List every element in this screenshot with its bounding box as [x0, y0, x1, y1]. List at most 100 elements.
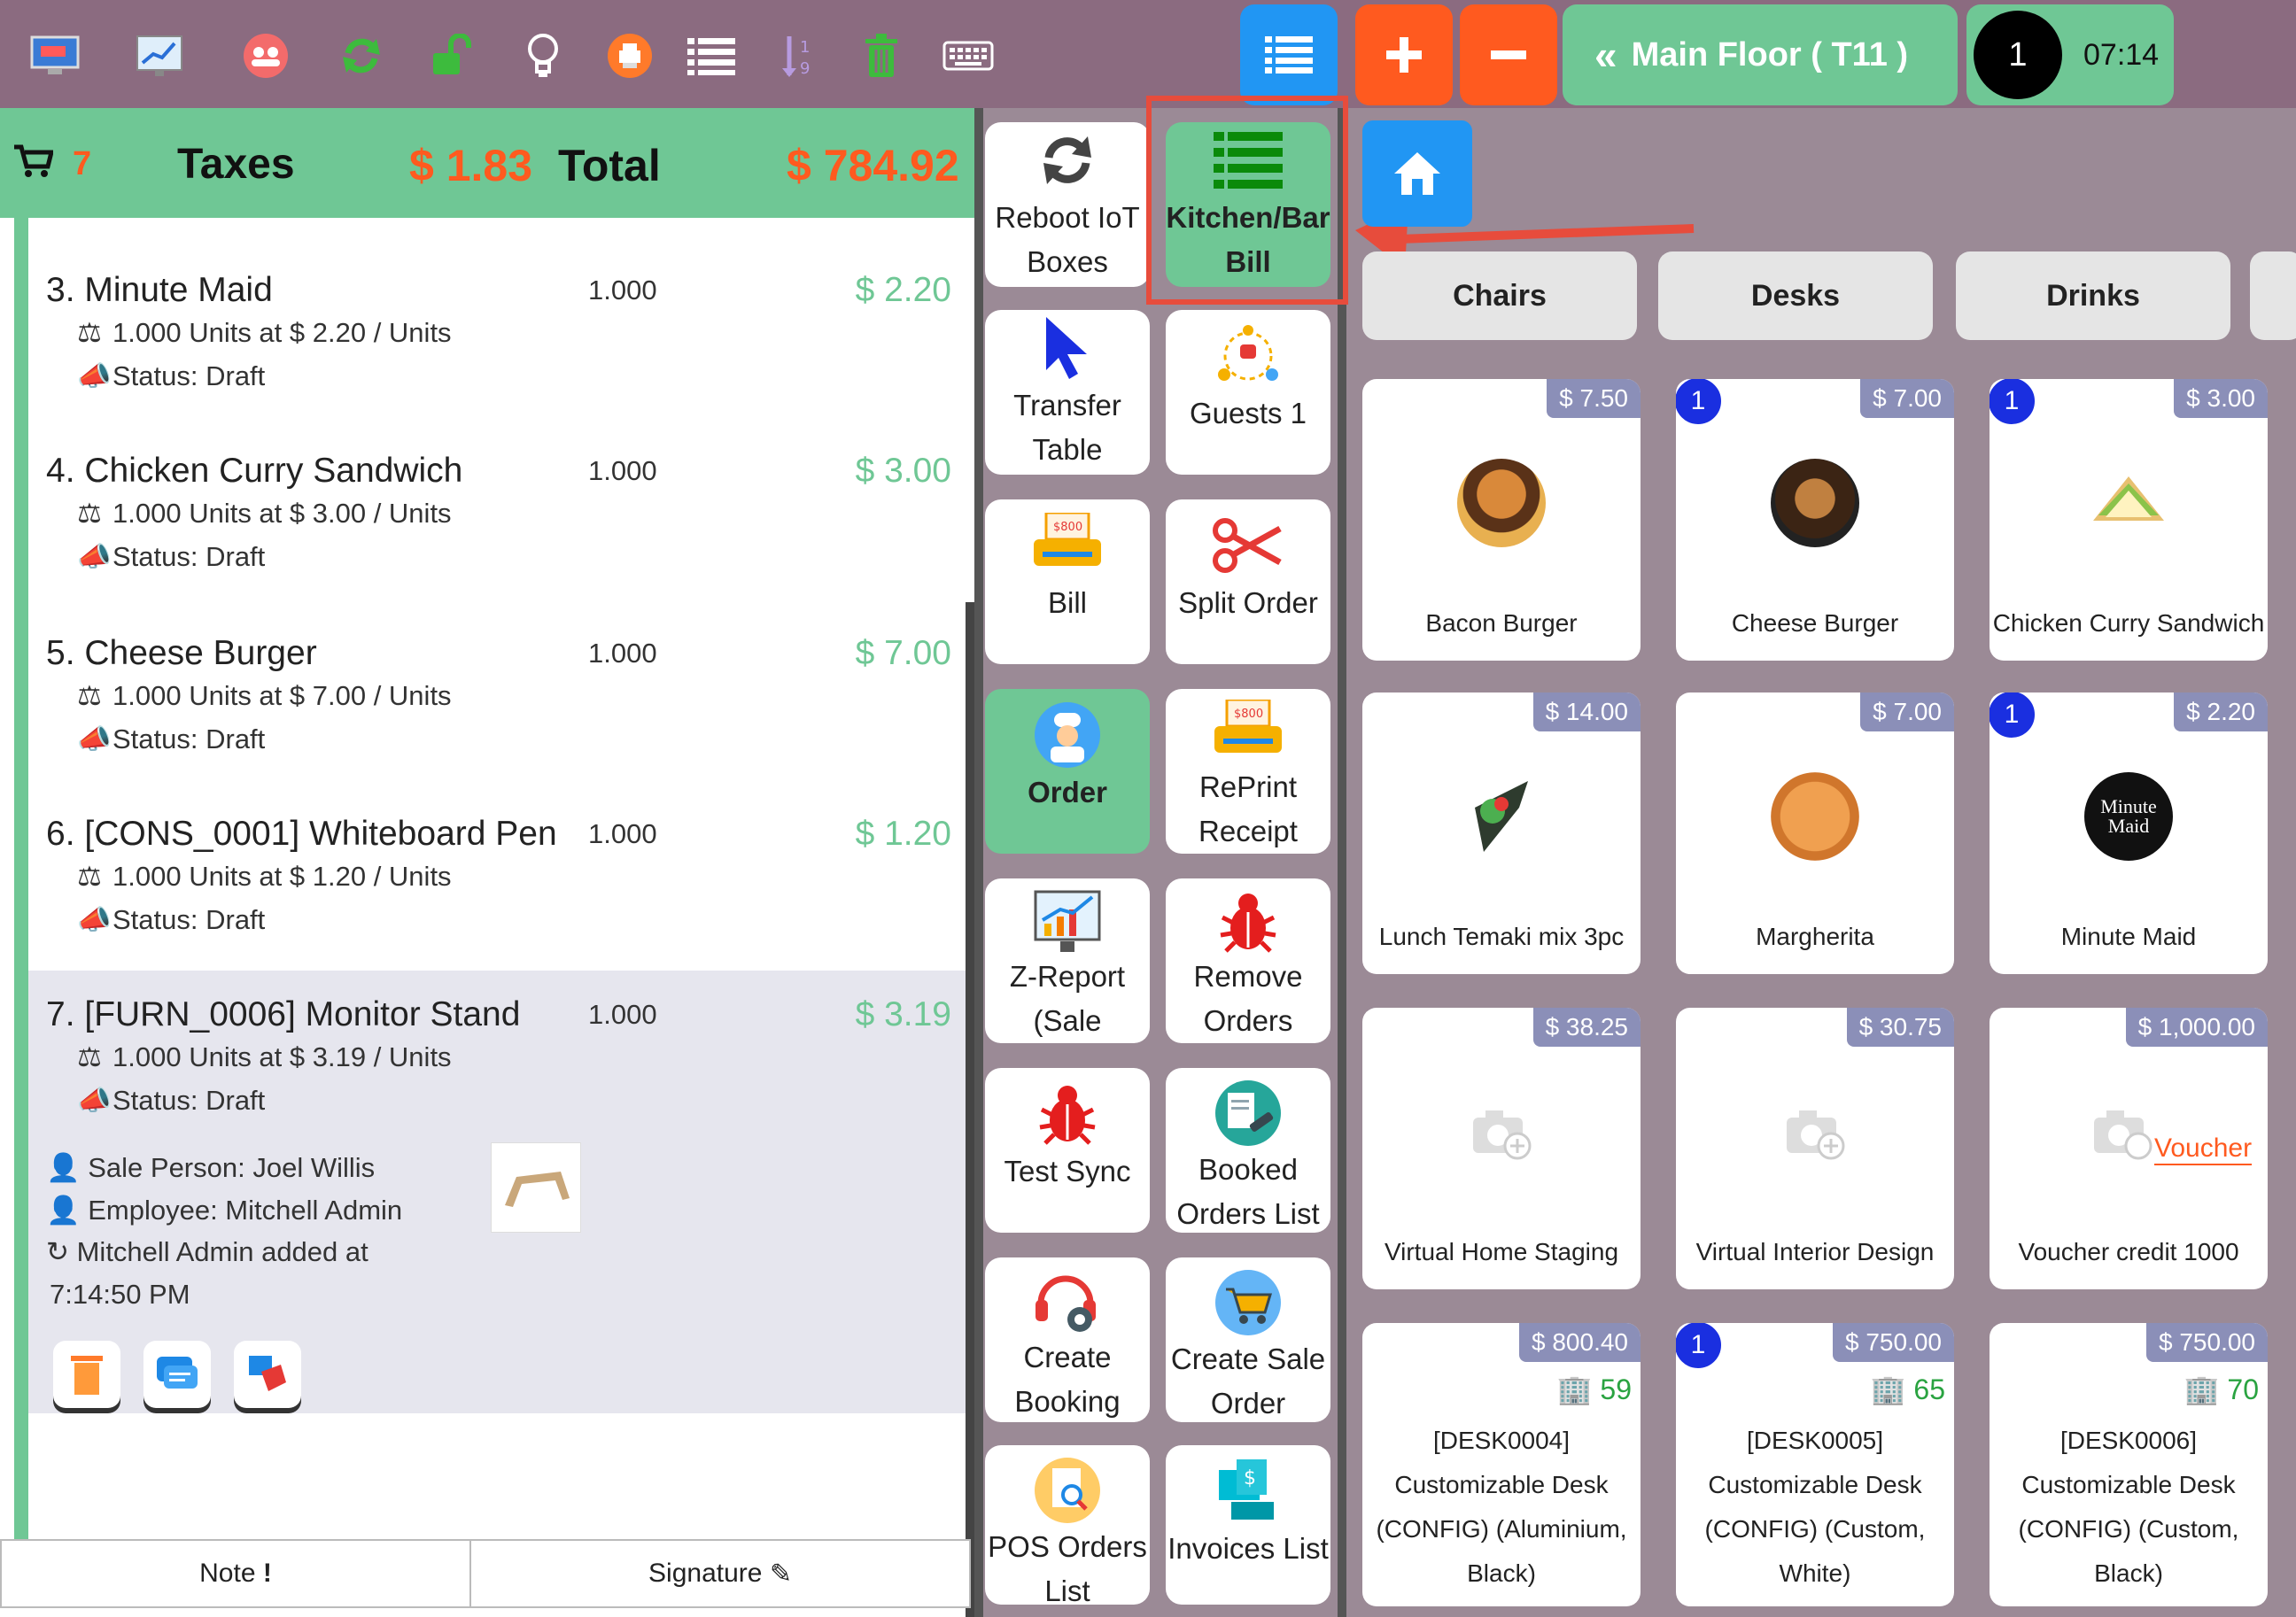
lightbulb-icon[interactable] [512, 25, 574, 87]
product-card[interactable]: $ 7.50 Bacon Burger [1362, 379, 1641, 661]
order-lines-list[interactable]: 3. Minute Maid 1.000 $ 2.20 ⚖ 1.000 Units… [14, 218, 980, 1539]
reprint-receipt-button[interactable]: $800 RePrint Receipt [1166, 689, 1330, 854]
reboot-iot-button[interactable]: Reboot IoT Boxes [985, 122, 1150, 287]
order-line-price: $ 3.00 [855, 452, 951, 490]
scale-icon: ⚖ [77, 498, 102, 529]
product-card[interactable]: $ 30.75 Virtual Interior Design [1676, 1008, 1954, 1289]
keyboard-icon[interactable] [937, 25, 999, 87]
products-area: Chairs Desks Drinks $ 7.50 Bacon Burger … [1346, 108, 2296, 1617]
receipt-printer-icon: $800 [1213, 700, 1284, 765]
total-value: $ 784.92 [787, 141, 959, 190]
report-chart-icon[interactable] [128, 25, 190, 87]
camera-placeholder-icon [1473, 1110, 1532, 1160]
add-order-button[interactable] [1355, 4, 1453, 105]
product-card[interactable]: $ 1,000.00 Voucher Voucher credit 1000 [1990, 1008, 2268, 1289]
invoices-list-button[interactable]: $ Invoices List [1166, 1445, 1330, 1605]
test-sync-button[interactable]: Test Sync [985, 1068, 1150, 1233]
product-card[interactable]: $ 750.00 🏢 70 [DESK0006] Customizable Des… [1990, 1323, 2268, 1606]
order-line-qty: 1.000 [588, 818, 657, 849]
scale-icon: ⚖ [77, 861, 102, 892]
home-button[interactable] [1362, 120, 1472, 227]
product-card[interactable]: $ 2.20 Minute Maid Minute Maid 1 [1990, 692, 2268, 974]
megaphone-icon: 📣 [77, 723, 112, 754]
order-line[interactable]: 6. [CONS_0001] Whiteboard Pen 1.000 $ 1.… [28, 815, 980, 992]
people-icon[interactable] [235, 25, 297, 87]
pos-orders-list-button[interactable]: POS Orders List [985, 1445, 1150, 1607]
order-line[interactable]: 3. Minute Maid 1.000 $ 2.20 ⚖ 1.000 Units… [28, 271, 980, 448]
unlock-icon[interactable] [421, 25, 483, 87]
order-line-units: ⚖ 1.000 Units at $ 3.00 / Units [77, 498, 452, 529]
order-line-units: ⚖ 1.000 Units at $ 3.19 / Units [77, 1041, 452, 1072]
product-card[interactable]: $ 3.00 Chicken Curry Sandwich 1 [1990, 379, 2268, 661]
order-line-qty: 1.000 [588, 275, 657, 306]
product-name: Minute Maid [2060, 923, 2197, 950]
megaphone-icon: 📣 [77, 904, 112, 935]
discount-line-icon[interactable] [234, 1341, 301, 1408]
product-card[interactable]: $ 14.00 Lunch Temaki mix 3pc [1362, 692, 1641, 974]
product-card[interactable]: $ 800.40 🏢 59 [DESK0004] Customizable Des… [1362, 1323, 1641, 1606]
product-card[interactable]: $ 38.25 Virtual Home Staging [1362, 1008, 1641, 1289]
taxes-value: $ 1.83 [409, 141, 533, 190]
sort-icon[interactable]: 19 [767, 25, 829, 87]
order-list-button[interactable] [1240, 4, 1338, 105]
create-sale-order-button[interactable]: Create Sale Order [1166, 1257, 1330, 1422]
remove-order-button[interactable] [1460, 4, 1557, 105]
product-name: Chicken Curry Sandwich [1992, 609, 2265, 637]
product-price: $ 800.40 [1519, 1323, 1641, 1362]
product-name: Margherita [1756, 923, 1874, 950]
reboot-icon [1038, 125, 1097, 196]
printer-icon[interactable] [599, 25, 661, 87]
trash-icon[interactable] [850, 25, 912, 87]
order-line-qty: 1.000 [588, 999, 657, 1030]
order-line-price: $ 1.20 [855, 815, 951, 853]
order-line-status: 📣Status: Draft [77, 541, 266, 572]
bill-button[interactable]: $800 Bill [985, 499, 1150, 664]
order-line[interactable]: 4. Chicken Curry Sandwich 1.000 $ 3.00 ⚖… [28, 452, 980, 629]
category-desks[interactable]: Desks [1658, 251, 1933, 340]
product-card[interactable]: $ 7.00 Margherita [1676, 692, 1954, 974]
product-card[interactable]: $ 750.00 🏢 65 [DESK0005] Customizable Des… [1676, 1323, 1954, 1606]
product-name: Cheese Burger [1731, 609, 1899, 637]
cheese-burger-image [1771, 459, 1859, 547]
list-icon[interactable] [680, 25, 742, 87]
note-button[interactable]: Note ! [2, 1541, 471, 1606]
floor-button[interactable]: « Main Floor ( T11 ) [1563, 4, 1958, 105]
booked-orders-list-button[interactable]: Booked Orders List [1166, 1068, 1330, 1233]
product-name: Virtual Interior Design [1695, 1238, 1935, 1265]
refresh-icon[interactable] [330, 25, 392, 87]
category-more[interactable] [2250, 251, 2296, 340]
product-card[interactable]: $ 7.00 Cheese Burger 1 [1676, 379, 1954, 661]
product-price: $ 7.00 [1860, 692, 1954, 731]
create-booking-button[interactable]: Create Booking [985, 1257, 1150, 1422]
order-button[interactable]: Order [985, 689, 1150, 854]
margherita-image [1771, 772, 1859, 861]
cart-icon [14, 144, 53, 177]
order-line-selected[interactable]: 7. [FURN_0006] Monitor Stand 1.000 $ 3.1… [28, 971, 980, 1413]
split-order-button[interactable]: Split Order [1166, 499, 1330, 664]
category-chairs[interactable]: Chairs [1362, 251, 1637, 340]
transfer-table-button[interactable]: Transfer Table [985, 310, 1150, 475]
order-line-qty: 1.000 [588, 638, 657, 669]
kitchen-bar-bill-button[interactable]: Kitchen/Bar Bill [1166, 122, 1330, 287]
order-panel: 7 Taxes $ 1.83 Total $ 784.92 3. Minute … [0, 108, 980, 1617]
remove-orders-button[interactable]: Remove Orders [1166, 878, 1330, 1043]
order-scrollbar[interactable] [966, 602, 974, 1617]
guests-icon [1215, 321, 1281, 391]
category-drinks[interactable]: Drinks [1956, 251, 2230, 340]
guests-button[interactable]: Guests 1 [1166, 310, 1330, 475]
product-price: $ 750.00 [1833, 1323, 1954, 1362]
z-report-button[interactable]: Z-Report (Sale [985, 878, 1150, 1043]
stock-count: 🏢 59 [1556, 1373, 1632, 1405]
svg-text:1: 1 [800, 38, 810, 57]
monitor-icon[interactable] [24, 25, 86, 87]
stock-count: 🏢 65 [1870, 1373, 1945, 1405]
comment-line-icon[interactable] [144, 1341, 211, 1408]
product-price: $ 30.75 [1846, 1008, 1954, 1047]
voucher-label: Voucher [2154, 1133, 2253, 1165]
product-name: Bacon Burger [1425, 609, 1578, 637]
order-line[interactable]: 5. Cheese Burger 1.000 $ 7.00 ⚖ 1.000 Uni… [28, 634, 980, 811]
signature-button[interactable]: Signature ✎ [471, 1541, 969, 1606]
delete-line-icon[interactable] [53, 1341, 120, 1408]
product-price: $ 7.50 [1547, 379, 1641, 418]
list-icon [1265, 36, 1313, 74]
